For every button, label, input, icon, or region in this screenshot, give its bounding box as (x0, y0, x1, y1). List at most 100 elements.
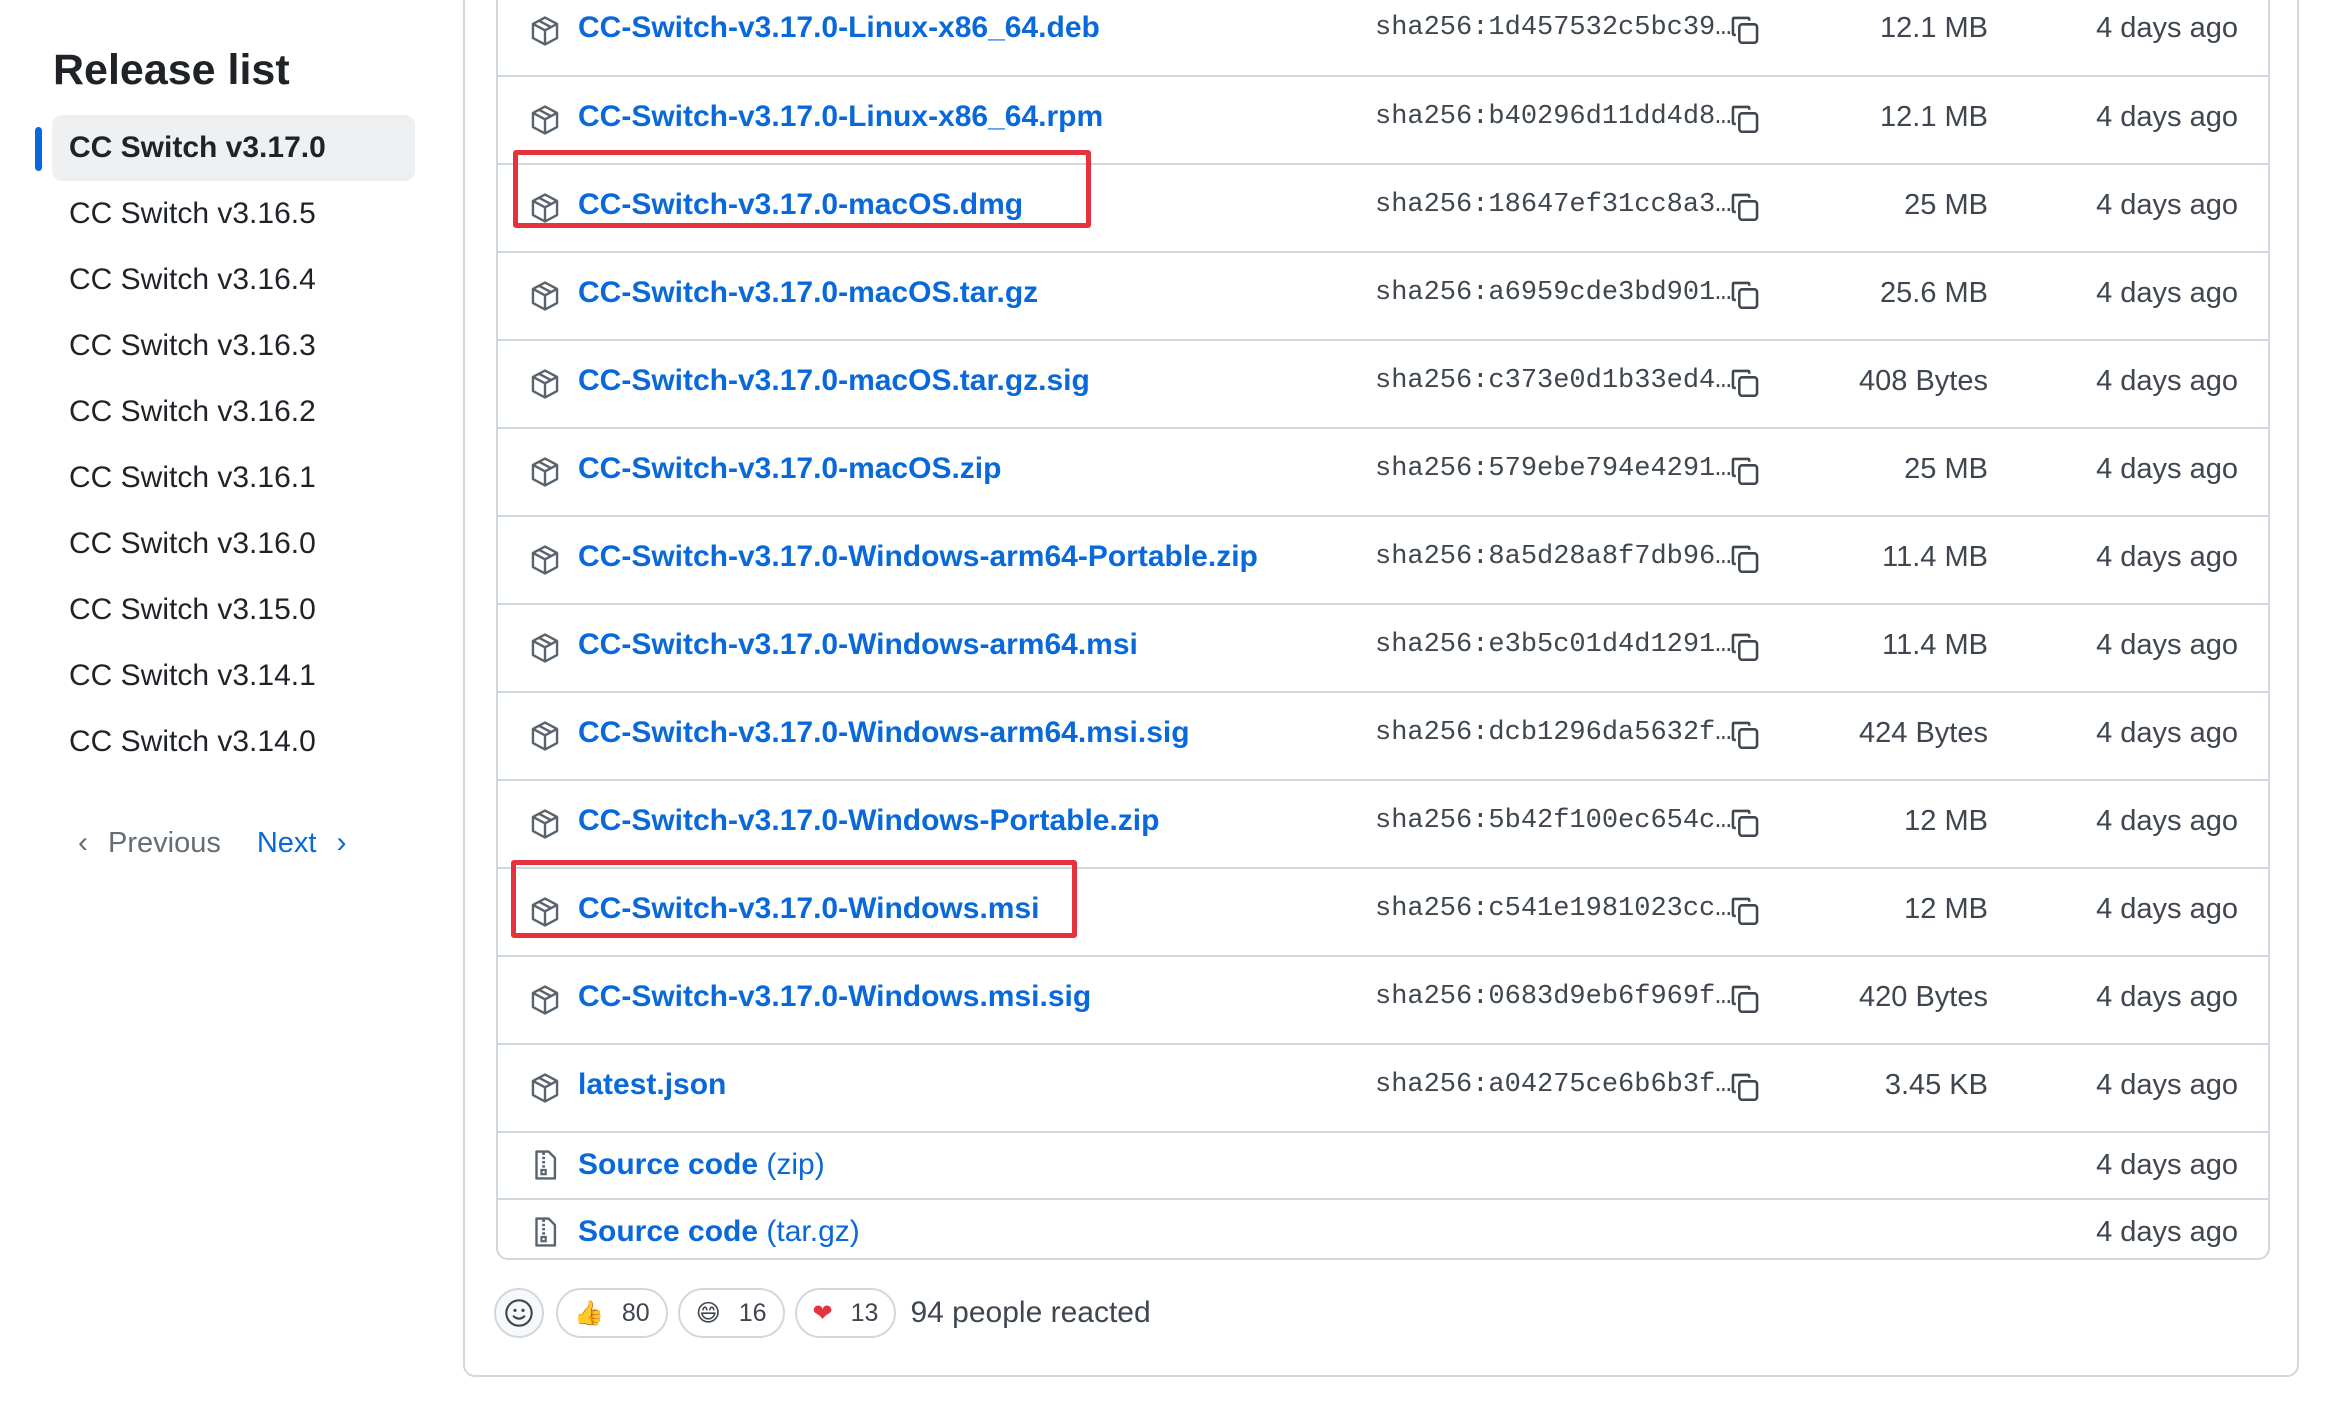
asset-date: 4 days ago (2096, 1216, 2238, 1248)
copy-icon[interactable] (1728, 805, 1762, 841)
package-icon (528, 103, 562, 137)
copy-icon[interactable] (1728, 893, 1762, 929)
copy-icon[interactable] (1728, 629, 1762, 665)
asset-sha256: sha256:579ebe794e4291… (1375, 454, 1732, 484)
package-icon (528, 1071, 562, 1105)
asset-row: CC-Switch-v3.17.0-Windows-arm64-Portable… (498, 515, 2268, 603)
asset-download-link[interactable]: CC-Switch-v3.17.0-Linux-x86_64.deb (578, 6, 1100, 50)
asset-sha256: sha256:a04275ce6b6b3f… (1375, 1070, 1732, 1100)
asset-sha256: sha256:0683d9eb6f969f… (1375, 982, 1732, 1012)
release-item-v3-16-2[interactable]: CC Switch v3.16.2 (35, 379, 435, 445)
package-icon (528, 14, 562, 48)
reaction-laugh[interactable]: 😄 16 (677, 1288, 785, 1338)
asset-row: CC-Switch-v3.17.0-Linux-x86_64.deb sha256… (498, 0, 2268, 74)
heart-icon: ❤ (812, 1299, 833, 1327)
asset-sha256: sha256:c373e0d1b33ed4… (1375, 366, 1732, 396)
asset-download-link[interactable]: CC-Switch-v3.17.0-macOS.zip (578, 447, 1001, 491)
asset-date: 4 days ago (2096, 101, 2238, 133)
asset-download-link[interactable]: CC-Switch-v3.17.0-Linux-x86_64.rpm (578, 95, 1103, 139)
release-item-v3-16-5[interactable]: CC Switch v3.16.5 (35, 181, 435, 247)
asset-size: 420 Bytes (1859, 981, 1988, 1013)
source-code-link[interactable]: Source code (zip) (578, 1143, 825, 1187)
asset-download-link[interactable]: CC-Switch-v3.17.0-Windows-arm64-Portable… (578, 535, 1258, 579)
copy-icon[interactable] (1728, 189, 1762, 225)
asset-date: 4 days ago (2096, 981, 2238, 1013)
asset-date: 4 days ago (2096, 453, 2238, 485)
smiley-icon (505, 1299, 533, 1327)
previous-button[interactable]: ‹ Previous (78, 826, 221, 860)
highlight-box-macos-dmg (513, 150, 1091, 228)
asset-download-link[interactable]: CC-Switch-v3.17.0-macOS.tar.gz (578, 271, 1038, 315)
asset-row: CC-Switch-v3.17.0-Windows.msi.sig sha256:… (498, 955, 2268, 1043)
add-reaction-button[interactable] (494, 1288, 544, 1338)
release-item-v3-16-4[interactable]: CC Switch v3.16.4 (35, 247, 435, 313)
asset-download-link[interactable]: CC-Switch-v3.17.0-Windows-arm64.msi.sig (578, 711, 1190, 755)
asset-size: 12.1 MB (1880, 101, 1988, 133)
asset-date: 4 days ago (2096, 893, 2238, 925)
release-item-v3-17-0[interactable]: CC Switch v3.17.0 (35, 115, 415, 181)
pagination: ‹ Previous Next › (78, 818, 346, 868)
asset-date: 4 days ago (2096, 1149, 2238, 1181)
asset-download-link[interactable]: CC-Switch-v3.17.0-macOS.tar.gz.sig (578, 359, 1090, 403)
asset-row: latest.json sha256:a04275ce6b6b3f… 3.45 KB… (498, 1043, 2268, 1131)
release-item-v3-14-1[interactable]: CC Switch v3.14.1 (35, 643, 435, 709)
package-icon (528, 719, 562, 753)
asset-row: CC-Switch-v3.17.0-Windows-Portable.zip sh… (498, 779, 2268, 867)
asset-sha256: sha256:8a5d28a8f7db96… (1375, 542, 1732, 572)
package-icon (528, 367, 562, 401)
copy-icon[interactable] (1728, 277, 1762, 313)
release-item-v3-16-3[interactable]: CC Switch v3.16.3 (35, 313, 435, 379)
copy-icon[interactable] (1728, 717, 1762, 753)
asset-size: 11.4 MB (1882, 541, 1988, 573)
file-zip-icon (528, 1148, 562, 1182)
next-button[interactable]: Next › (257, 826, 347, 860)
package-icon (528, 543, 562, 577)
copy-icon[interactable] (1728, 101, 1762, 137)
asset-date: 4 days ago (2096, 365, 2238, 397)
release-list: CC Switch v3.17.0 CC Switch v3.16.5 CC S… (35, 115, 435, 775)
release-item-v3-16-0[interactable]: CC Switch v3.16.0 (35, 511, 435, 577)
copy-icon[interactable] (1728, 1069, 1762, 1105)
copy-icon[interactable] (1728, 365, 1762, 401)
reaction-thumbs-up[interactable]: 👍 80 (556, 1288, 668, 1338)
asset-size: 408 Bytes (1859, 365, 1988, 397)
asset-size: 3.45 KB (1884, 1069, 1988, 1101)
asset-row: CC-Switch-v3.17.0-macOS.tar.gz sha256:a69… (498, 251, 2268, 339)
asset-download-link[interactable]: latest.json (578, 1063, 726, 1107)
asset-download-link[interactable]: CC-Switch-v3.17.0-Windows-Portable.zip (578, 799, 1159, 843)
release-item-v3-14-0[interactable]: CC Switch v3.14.0 (35, 709, 435, 775)
asset-size: 25.6 MB (1880, 277, 1988, 309)
asset-size: 11.4 MB (1882, 629, 1988, 661)
copy-icon[interactable] (1728, 453, 1762, 489)
asset-date: 4 days ago (2096, 629, 2238, 661)
asset-sha256: sha256:18647ef31cc8a3… (1375, 190, 1732, 220)
sidebar-title: Release list (53, 46, 290, 94)
release-sidebar: Release list CC Switch v3.17.0 CC Switch… (0, 0, 440, 1418)
asset-download-link[interactable]: CC-Switch-v3.17.0-Windows.msi.sig (578, 975, 1091, 1019)
asset-sha256: sha256:dcb1296da5632f… (1375, 718, 1732, 748)
package-icon (528, 807, 562, 841)
asset-date: 4 days ago (2096, 12, 2238, 44)
release-item-v3-15-0[interactable]: CC Switch v3.15.0 (35, 577, 435, 643)
active-indicator (35, 127, 42, 171)
source-code-row: Source code (tar.gz) 4 days ago (498, 1198, 2268, 1265)
reaction-summary: 94 people reacted (910, 1296, 1151, 1329)
copy-icon[interactable] (1728, 12, 1762, 48)
asset-sha256: sha256:c541e1981023cc… (1375, 894, 1732, 924)
asset-date: 4 days ago (2096, 189, 2238, 221)
copy-icon[interactable] (1728, 541, 1762, 577)
source-code-row: Source code (zip) 4 days ago (498, 1131, 2268, 1198)
reactions-bar: 👍 80 😄 16 ❤ 13 94 people reacted (494, 1285, 1151, 1341)
chevron-left-icon: ‹ (78, 826, 88, 859)
asset-download-link[interactable]: CC-Switch-v3.17.0-Windows-arm64.msi (578, 623, 1138, 667)
copy-icon[interactable] (1728, 981, 1762, 1017)
asset-row: CC-Switch-v3.17.0-Windows-arm64.msi sha25… (498, 603, 2268, 691)
highlight-box-windows-msi (511, 860, 1077, 938)
source-code-link[interactable]: Source code (tar.gz) (578, 1210, 860, 1254)
asset-sha256: sha256:5b42f100ec654c… (1375, 806, 1732, 836)
asset-size: 12 MB (1904, 805, 1988, 837)
release-item-v3-16-1[interactable]: CC Switch v3.16.1 (35, 445, 435, 511)
package-icon (528, 455, 562, 489)
file-zip-icon (528, 1215, 562, 1249)
reaction-heart[interactable]: ❤ 13 (794, 1288, 897, 1338)
